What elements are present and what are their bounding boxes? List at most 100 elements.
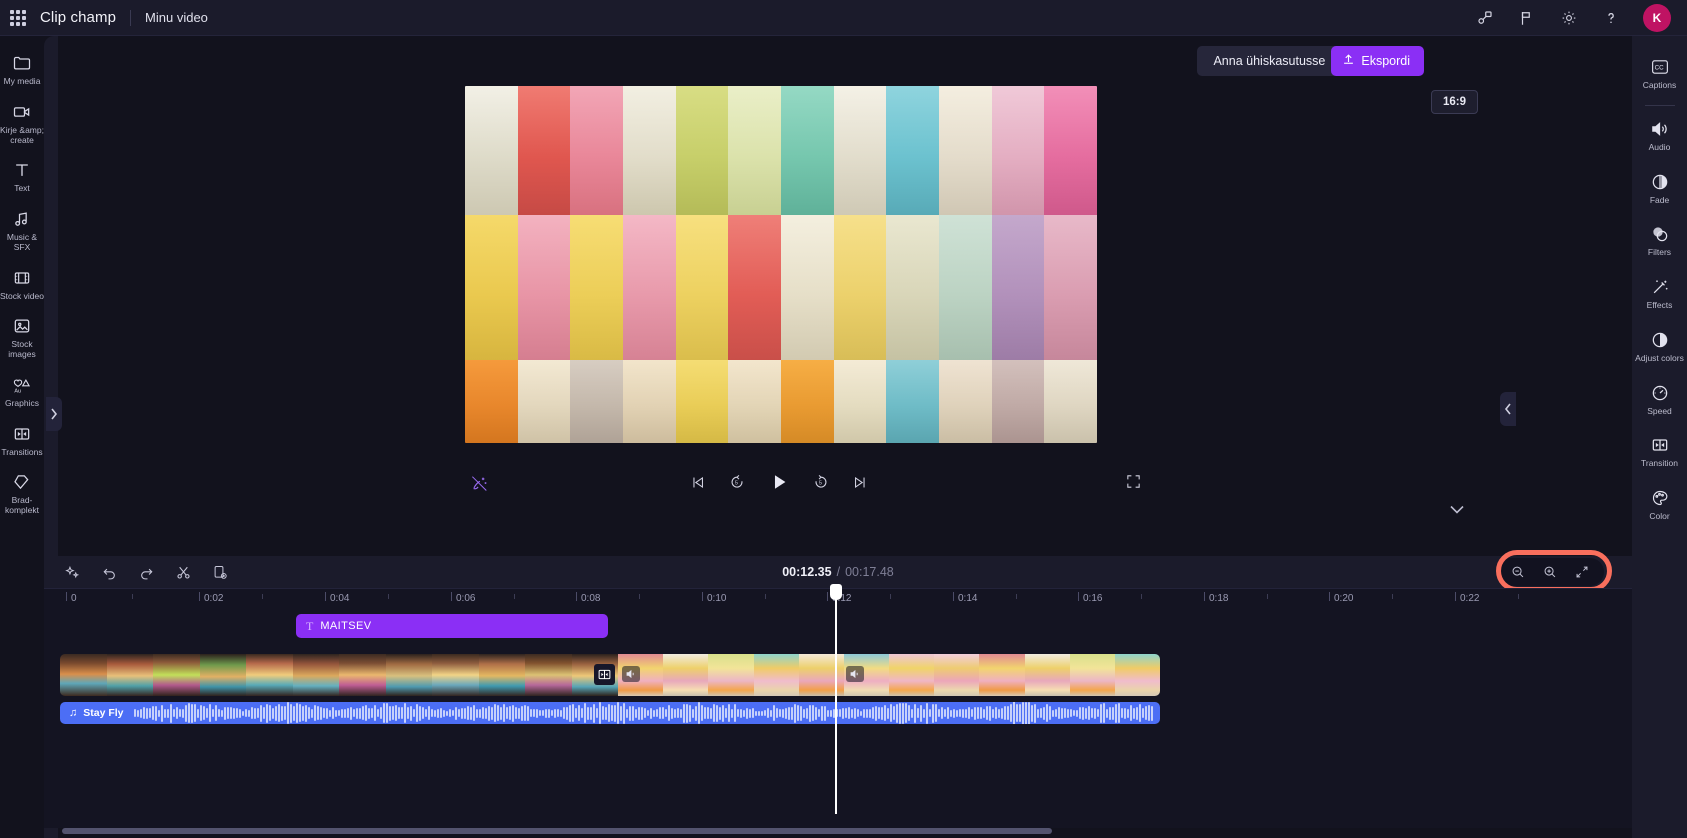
settings-gear-icon[interactable] bbox=[1559, 8, 1579, 28]
split-scissors-icon[interactable] bbox=[175, 564, 192, 581]
undo-icon[interactable] bbox=[101, 564, 118, 581]
brand-title: Clip champ bbox=[40, 9, 117, 26]
playback-controls: 5 5 bbox=[58, 461, 1500, 511]
tool-filters[interactable]: Filters bbox=[1632, 215, 1687, 268]
preview-stage: Anna ühiskasutusse Ekspordi 16:9 5 5 bbox=[58, 36, 1500, 556]
time-separator: / bbox=[836, 565, 841, 579]
tool-label: Transition bbox=[1640, 458, 1678, 469]
tool-label: Effects bbox=[1646, 300, 1673, 311]
zoom-in-icon[interactable] bbox=[1542, 564, 1558, 580]
audio-icon bbox=[1649, 118, 1670, 140]
audio-clip[interactable]: ♫ Stay Fly bbox=[60, 702, 1160, 724]
current-time: 00:12.35 bbox=[782, 565, 832, 579]
stock-images-icon bbox=[12, 315, 32, 337]
zoom-out-icon[interactable] bbox=[1510, 564, 1526, 580]
sidebar-item-record-create[interactable]: Kirje &amp; create bbox=[0, 95, 44, 154]
skip-back-icon[interactable] bbox=[689, 474, 706, 491]
redo-icon[interactable] bbox=[138, 564, 155, 581]
tool-transition[interactable]: Transition bbox=[1632, 426, 1687, 479]
top-bar: Clip champ Minu video K bbox=[0, 0, 1687, 36]
sidebar-label: Stock images bbox=[8, 339, 36, 360]
sidebar-label: Music & SFX bbox=[6, 232, 38, 252]
fade-icon bbox=[1650, 171, 1670, 193]
text-clip[interactable]: T MAITSEV bbox=[296, 614, 608, 638]
sidebar-label: Graphics bbox=[4, 397, 39, 408]
duplicate-icon[interactable] bbox=[212, 564, 229, 581]
app-launcher-icon[interactable] bbox=[8, 8, 28, 28]
speed-icon bbox=[1650, 382, 1670, 404]
tool-label: Filters bbox=[1647, 247, 1672, 258]
magic-tools-icon[interactable] bbox=[64, 564, 81, 581]
music-icon bbox=[12, 208, 32, 230]
fit-timeline-icon[interactable] bbox=[1574, 564, 1590, 580]
tool-label: Adjust colors bbox=[1635, 352, 1684, 363]
sidebar-label: Transitions bbox=[1, 446, 43, 457]
tool-label: Audio bbox=[1648, 141, 1671, 152]
share-button[interactable]: Anna ühiskasutusse bbox=[1197, 46, 1342, 76]
sidebar-label: Text bbox=[14, 183, 30, 194]
volume-icon[interactable] bbox=[846, 666, 864, 682]
tool-fade[interactable]: Fade bbox=[1632, 163, 1687, 216]
chevron-down-icon[interactable] bbox=[1450, 502, 1464, 517]
ruler-label: 0:12 bbox=[832, 593, 852, 604]
avatar[interactable]: K bbox=[1643, 3, 1671, 32]
integrations-icon[interactable] bbox=[1475, 8, 1495, 28]
expand-left-panel-button[interactable] bbox=[46, 397, 62, 431]
ruler-label: 0 bbox=[71, 593, 77, 604]
ruler-label: 0:22 bbox=[1460, 593, 1480, 604]
ruler-label: 0:16 bbox=[1083, 593, 1103, 604]
sidebar-item-my-media[interactable]: My media bbox=[0, 46, 44, 95]
tool-speed[interactable]: Speed bbox=[1632, 374, 1687, 427]
effects-icon bbox=[1650, 276, 1670, 298]
ruler-label: 0:18 bbox=[1209, 593, 1229, 604]
tool-audio[interactable]: Audio bbox=[1632, 110, 1687, 163]
sidebar-item-stock-video[interactable]: Stock video bbox=[0, 261, 44, 310]
tool-effects[interactable]: Effects bbox=[1632, 268, 1687, 321]
sidebar-item-stock-images[interactable]: Stock images bbox=[0, 309, 44, 368]
timeline-ruler[interactable]: 0 0:02 0:04 0:06 0:08 0:10 0:12 0:14 0:1… bbox=[44, 588, 1632, 610]
sidebar-label: Brad-komplekt bbox=[4, 495, 39, 516]
svg-text:5: 5 bbox=[735, 481, 738, 487]
tool-captions[interactable]: CC Captions bbox=[1632, 48, 1687, 101]
transition-icon[interactable] bbox=[594, 664, 615, 685]
timeline-scrollbar[interactable] bbox=[44, 828, 1632, 834]
stage-actions: Anna ühiskasutusse Ekspordi bbox=[1197, 46, 1424, 76]
ruler-label: 0:04 bbox=[330, 593, 350, 604]
stock-video-icon bbox=[12, 267, 32, 289]
collapse-right-panel-button[interactable] bbox=[1500, 392, 1516, 426]
video-preview[interactable] bbox=[465, 86, 1097, 443]
transitions-icon bbox=[12, 423, 32, 445]
sidebar-item-brand-kit[interactable]: Brad-komplekt bbox=[0, 465, 44, 524]
filters-icon bbox=[1650, 223, 1670, 245]
project-name[interactable]: Minu video bbox=[145, 10, 208, 25]
feedback-flag-icon[interactable] bbox=[1517, 8, 1537, 28]
help-icon[interactable] bbox=[1601, 8, 1621, 28]
timeline-zoom-controls bbox=[1496, 558, 1604, 586]
sidebar-item-text[interactable]: Text bbox=[0, 153, 44, 202]
play-button[interactable] bbox=[768, 471, 790, 493]
scrollbar-thumb[interactable] bbox=[62, 828, 1052, 834]
tool-color[interactable]: Color bbox=[1632, 479, 1687, 532]
aspect-ratio-button[interactable]: 16:9 bbox=[1430, 90, 1478, 114]
timeline-tool-buttons bbox=[44, 564, 229, 581]
tool-adjust-colors[interactable]: Adjust colors bbox=[1632, 321, 1687, 374]
transport-buttons: 5 5 bbox=[58, 471, 1500, 493]
skip-forward-icon[interactable] bbox=[852, 474, 869, 491]
adjust-colors-icon bbox=[1650, 329, 1670, 351]
top-bar-actions: K bbox=[1475, 3, 1687, 32]
rewind-5s-icon[interactable]: 5 bbox=[728, 473, 746, 491]
sidebar-item-graphics[interactable]: Au Graphics bbox=[0, 368, 44, 417]
sidebar-item-transitions[interactable]: Transitions bbox=[0, 417, 44, 466]
sidebar-label: My media bbox=[3, 76, 41, 86]
music-note-icon: ♫ bbox=[69, 707, 78, 719]
video-clip-segment-b bbox=[618, 654, 1160, 696]
export-button[interactable]: Ekspordi bbox=[1331, 46, 1424, 76]
timeline-tracks[interactable]: T MAITSEV ♫ Stay Fly bbox=[44, 610, 1632, 828]
fullscreen-icon[interactable] bbox=[1125, 473, 1142, 495]
forward-5s-icon[interactable]: 5 bbox=[812, 473, 830, 491]
volume-icon[interactable] bbox=[622, 666, 640, 682]
divider bbox=[130, 9, 132, 26]
sidebar-item-music-sfx[interactable]: Music & SFX bbox=[0, 202, 44, 261]
total-time: 00:17.48 bbox=[845, 565, 894, 579]
text-icon bbox=[12, 159, 32, 181]
